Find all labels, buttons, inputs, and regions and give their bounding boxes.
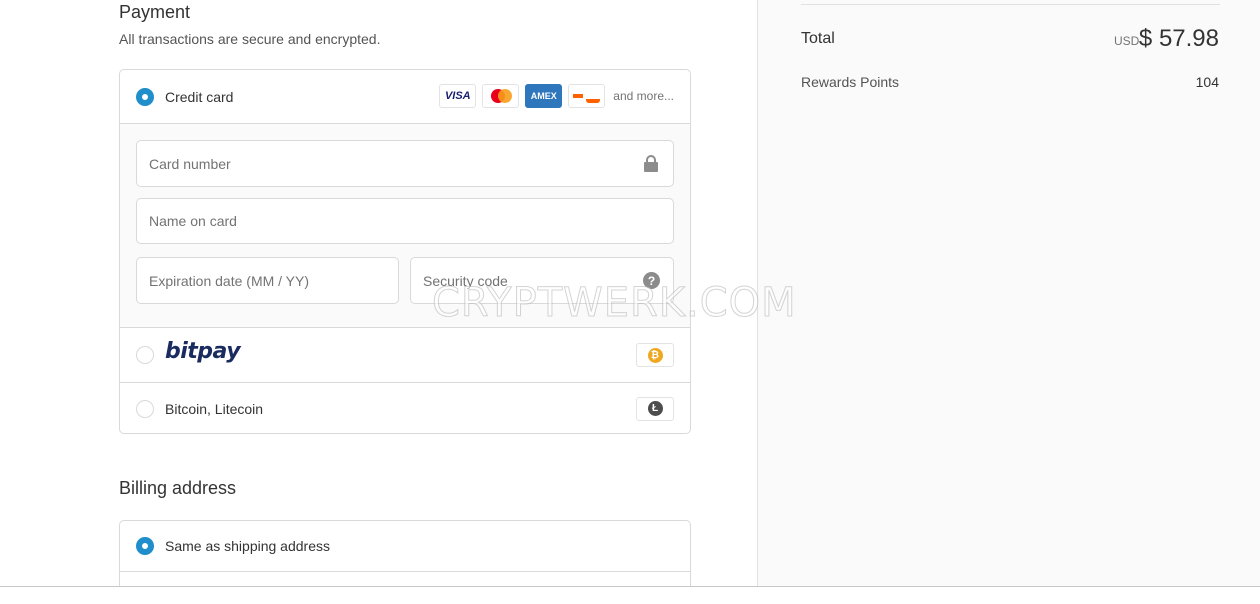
payment-option-crypto[interactable]: Bitcoin, Litecoin Ł — [120, 383, 690, 433]
litecoin-icon: Ł — [647, 401, 663, 416]
discover-icon — [568, 84, 606, 108]
billing-option-same[interactable]: Same as shipping address — [120, 521, 690, 572]
expiration-placeholder: Expiration date (MM / YY) — [149, 272, 310, 289]
more-cards-text: and more... — [613, 89, 674, 103]
payment-methods: Credit card VISA AMEX and more... Card n… — [119, 69, 691, 434]
total-label: Total — [801, 30, 835, 47]
payment-option-credit-card[interactable]: Credit card VISA AMEX and more... — [120, 70, 690, 124]
name-on-card-input[interactable]: Name on card — [136, 198, 674, 244]
bitcoin-badge: ₿ — [636, 343, 674, 367]
mastercard-icon — [482, 84, 520, 108]
same-address-radio[interactable] — [136, 537, 154, 555]
billing-title: Billing address — [119, 478, 237, 498]
credit-card-radio[interactable] — [136, 87, 154, 106]
total-value: $ 57.98 — [1138, 25, 1219, 52]
card-number-input[interactable]: Card number — [136, 140, 674, 187]
rewards-value: 104 — [1195, 74, 1219, 90]
visa-icon: VISA — [439, 84, 477, 108]
payment-title: Payment — [119, 2, 191, 22]
lock-icon — [643, 155, 659, 173]
bitpay-logo: bitpay — [165, 339, 241, 364]
summary-divider — [801, 4, 1220, 5]
amex-icon: AMEX — [525, 84, 563, 108]
total-currency: USD — [1114, 34, 1140, 48]
rewards-label: Rewards Points — [801, 74, 900, 90]
name-on-card-placeholder: Name on card — [149, 213, 237, 229]
card-brand-icons: VISA AMEX and more... — [439, 84, 674, 108]
bitpay-radio[interactable] — [136, 346, 154, 364]
watermark: CRYPTWERK.COM — [432, 280, 797, 327]
credit-card-label: Credit card — [165, 88, 234, 105]
payment-option-bitpay[interactable]: bitpay ₿ — [120, 328, 690, 383]
crypto-radio[interactable] — [136, 399, 154, 418]
order-summary: Total USD $ 57.98 Rewards Points 104 — [757, 0, 1260, 586]
expiration-date-input[interactable]: Expiration date (MM / YY) — [136, 257, 399, 304]
crypto-label: Bitcoin, Litecoin — [165, 400, 264, 417]
litecoin-badge: Ł — [636, 396, 674, 421]
bitcoin-icon: ₿ — [647, 347, 663, 363]
card-number-placeholder: Card number — [149, 155, 231, 172]
same-address-label: Same as shipping address — [165, 538, 330, 554]
bottom-edge — [0, 586, 1260, 604]
payment-subtitle: All transactions are secure and encrypte… — [119, 31, 381, 47]
